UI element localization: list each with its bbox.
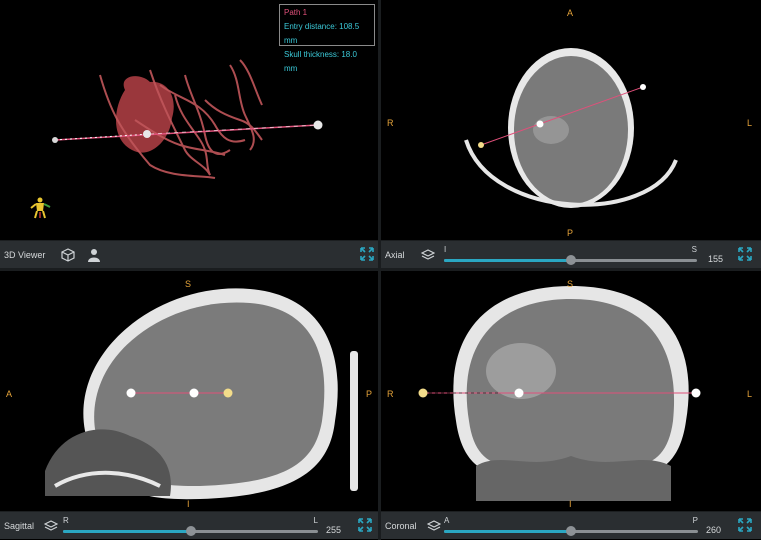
viewport-coronal[interactable]: S I R L [381, 271, 761, 511]
viewport-axial[interactable]: A P R L [381, 0, 761, 240]
slider-thumb[interactable] [185, 526, 196, 536]
orient-bottom: P [567, 228, 574, 238]
slider-end-label: P [692, 516, 698, 525]
slice-slider-sagittal[interactable]: R L [63, 512, 318, 539]
entry-distance: Entry distance: 108.5 mm [284, 22, 360, 45]
orient-left: R [387, 118, 394, 128]
orient-right: P [366, 389, 373, 399]
slider-start-label: A [444, 516, 450, 525]
axial-image [464, 48, 678, 208]
slider-end-label: S [691, 245, 697, 254]
cube-icon[interactable] [59, 246, 77, 264]
toolbar-sagittal: Sagittal R L 255 [0, 511, 378, 539]
coronal-image [418, 286, 701, 501]
viewport-3d[interactable]: Path 1 Entry distance: 108.5 mm Skull th… [0, 0, 378, 240]
orient-bottom: I [187, 499, 190, 509]
expand-icon[interactable] [359, 246, 375, 262]
layers-icon[interactable] [425, 517, 443, 535]
orient-left: A [6, 389, 13, 399]
orient-left: R [387, 389, 394, 399]
toolbar-3d: 3D Viewer [0, 240, 378, 268]
viewport-label-axial: Axial [385, 249, 405, 260]
slider-start-label: I [444, 245, 447, 254]
orientation-figure [30, 197, 51, 219]
toolbar-axial: Axial I S 155 [381, 240, 761, 268]
viewport-label-3d: 3D Viewer [4, 249, 46, 260]
slider-thumb[interactable] [565, 255, 576, 265]
orient-right: L [747, 118, 753, 128]
slice-slider-coronal[interactable]: A P [444, 512, 698, 539]
orient-top: A [567, 8, 574, 18]
orient-bottom: I [569, 499, 572, 509]
expand-icon[interactable] [357, 517, 373, 533]
path-info-box: Path 1 Entry distance: 108.5 mm Skull th… [279, 4, 375, 73]
slice-value: 260 [706, 525, 722, 535]
viewport-sagittal[interactable]: S I A P [0, 271, 378, 511]
viewport-label-coronal: Coronal [385, 520, 417, 531]
layers-icon[interactable] [42, 517, 60, 535]
orient-right: L [747, 389, 753, 399]
expand-icon[interactable] [737, 246, 753, 262]
layers-icon[interactable] [419, 246, 437, 264]
sagittal-image [45, 288, 358, 500]
orient-top: S [185, 279, 192, 289]
skull-thickness: Skull thickness: 18.0 mm [284, 50, 357, 73]
slider-thumb[interactable] [566, 526, 576, 536]
viewport-label-sagittal: Sagittal [4, 520, 35, 531]
slice-slider-axial[interactable]: I S [444, 241, 697, 268]
slider-start-label: R [63, 516, 69, 525]
slider-end-label: L [313, 516, 318, 525]
slice-value: 255 [326, 525, 342, 535]
slice-value: 155 [708, 254, 724, 264]
orient-top: S [567, 279, 574, 289]
path-title: Path 1 [284, 8, 308, 17]
expand-icon[interactable] [737, 517, 753, 533]
person-icon[interactable] [85, 246, 103, 264]
toolbar-coronal: Coronal A P 260 [381, 511, 761, 539]
